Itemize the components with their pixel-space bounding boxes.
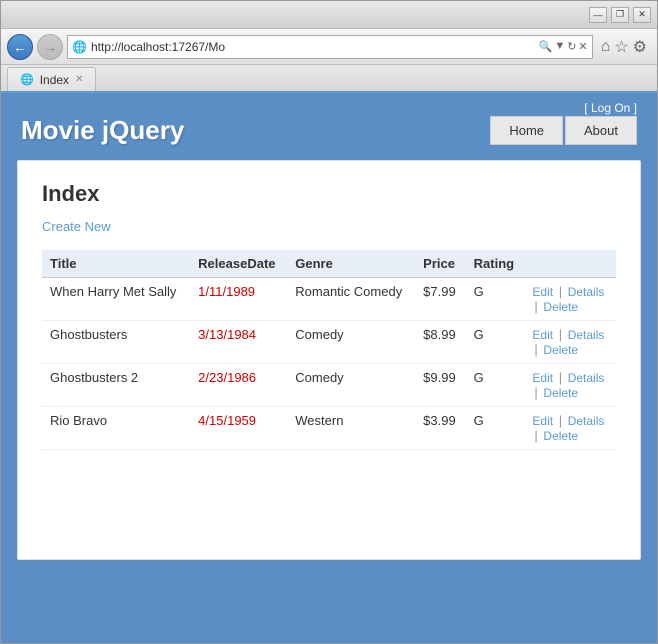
title-bar-buttons: — ❐ ✕: [589, 7, 651, 23]
app-title-row: Movie jQuery Home About: [21, 115, 637, 146]
address-icon: 🌐: [72, 40, 87, 54]
movies-table: Title ReleaseDate Genre Price Rating Whe…: [42, 250, 616, 450]
separator2: |: [534, 385, 541, 400]
app-background: [ Log On ] Movie jQuery Home About Index…: [1, 93, 657, 643]
about-nav-button[interactable]: About: [565, 116, 637, 145]
col-header-rating: Rating: [466, 250, 525, 278]
col-header-title: Title: [42, 250, 190, 278]
edit-link[interactable]: Edit: [532, 371, 553, 385]
favorites-icon[interactable]: ☆: [614, 37, 628, 57]
stop-icon[interactable]: ✕: [578, 40, 587, 53]
page-heading: Index: [42, 181, 616, 207]
cell-genre: Comedy: [287, 364, 415, 407]
table-row: Ghostbusters 22/23/1986Comedy$9.99GEdit …: [42, 364, 616, 407]
nav-buttons: Home About: [490, 116, 637, 145]
back-button[interactable]: ←: [7, 34, 33, 60]
cell-title: Ghostbusters 2: [42, 364, 190, 407]
cell-rating: G: [466, 364, 525, 407]
cell-rating: G: [466, 407, 525, 450]
app-title: Movie jQuery: [21, 115, 184, 146]
log-on-link[interactable]: [ Log On ]: [584, 101, 637, 115]
forward-button[interactable]: →: [37, 34, 63, 60]
refresh-icon[interactable]: ↻: [567, 40, 576, 53]
details-link[interactable]: Details: [568, 328, 605, 342]
settings-icon[interactable]: ⚙: [633, 37, 647, 57]
edit-link[interactable]: Edit: [532, 414, 553, 428]
dropdown-icon: ▼: [554, 40, 565, 53]
col-header-price: Price: [415, 250, 466, 278]
table-row: Rio Bravo4/15/1959Western$3.99GEdit | De…: [42, 407, 616, 450]
cell-rating: G: [466, 321, 525, 364]
tab-favicon: 🌐: [20, 73, 34, 86]
delete-link[interactable]: Delete: [543, 429, 578, 443]
active-tab[interactable]: 🌐 Index ✕: [7, 67, 96, 91]
cell-title: Ghostbusters: [42, 321, 190, 364]
log-on-row: [ Log On ]: [21, 101, 637, 115]
separator: |: [555, 284, 566, 299]
tab-title: Index: [40, 73, 69, 87]
separator2: |: [534, 299, 541, 314]
cell-actions: Edit | Details | Delete: [524, 364, 616, 407]
delete-link[interactable]: Delete: [543, 386, 578, 400]
cell-genre: Romantic Comedy: [287, 278, 415, 321]
cell-releasedate: 1/11/1989: [190, 278, 287, 321]
table-header-row: Title ReleaseDate Genre Price Rating: [42, 250, 616, 278]
cell-genre: Western: [287, 407, 415, 450]
tab-bar: 🌐 Index ✕: [1, 65, 657, 93]
cell-price: $9.99: [415, 364, 466, 407]
cell-price: $8.99: [415, 321, 466, 364]
cell-releasedate: 2/23/1986: [190, 364, 287, 407]
nav-bar: ← → 🌐 http://localhost:17267/Mo 🔍 ▼ ↻ ✕ …: [1, 29, 657, 65]
table-row: When Harry Met Sally1/11/1989Romantic Co…: [42, 278, 616, 321]
separator2: |: [534, 428, 541, 443]
create-new-link[interactable]: Create New: [42, 219, 111, 234]
home-icon[interactable]: ⌂: [601, 38, 611, 56]
tab-close-button[interactable]: ✕: [75, 74, 83, 85]
separator: |: [555, 370, 566, 385]
cell-actions: Edit | Details | Delete: [524, 407, 616, 450]
restore-button[interactable]: ❐: [611, 7, 629, 23]
cell-actions: Edit | Details | Delete: [524, 278, 616, 321]
search-icon: 🔍: [539, 40, 553, 53]
toolbar-right: ⌂ ☆ ⚙: [597, 37, 651, 57]
cell-price: $7.99: [415, 278, 466, 321]
edit-link[interactable]: Edit: [532, 328, 553, 342]
address-bar[interactable]: 🌐 http://localhost:17267/Mo 🔍 ▼ ↻ ✕: [67, 35, 593, 59]
cell-title: Rio Bravo: [42, 407, 190, 450]
col-header-releasedate: ReleaseDate: [190, 250, 287, 278]
address-actions: 🔍 ▼ ↻ ✕: [539, 40, 588, 53]
main-content: Index Create New Title ReleaseDate Genre…: [17, 160, 641, 560]
col-header-actions: [524, 250, 616, 278]
cell-title: When Harry Met Sally: [42, 278, 190, 321]
details-link[interactable]: Details: [568, 371, 605, 385]
cell-releasedate: 3/13/1984: [190, 321, 287, 364]
cell-genre: Comedy: [287, 321, 415, 364]
separator: |: [555, 327, 566, 342]
close-button[interactable]: ✕: [633, 7, 651, 23]
cell-rating: G: [466, 278, 525, 321]
details-link[interactable]: Details: [568, 285, 605, 299]
cell-actions: Edit | Details | Delete: [524, 321, 616, 364]
delete-link[interactable]: Delete: [543, 343, 578, 357]
table-row: Ghostbusters3/13/1984Comedy$8.99GEdit | …: [42, 321, 616, 364]
app-header: [ Log On ] Movie jQuery Home About: [1, 93, 657, 150]
details-link[interactable]: Details: [568, 414, 605, 428]
separator2: |: [534, 342, 541, 357]
home-nav-button[interactable]: Home: [490, 116, 563, 145]
title-bar: — ❐ ✕: [1, 1, 657, 29]
address-text: http://localhost:17267/Mo: [91, 40, 535, 54]
minimize-button[interactable]: —: [589, 7, 607, 23]
delete-link[interactable]: Delete: [543, 300, 578, 314]
cell-releasedate: 4/15/1959: [190, 407, 287, 450]
separator: |: [555, 413, 566, 428]
col-header-genre: Genre: [287, 250, 415, 278]
browser-window: — ❐ ✕ ← → 🌐 http://localhost:17267/Mo 🔍 …: [0, 0, 658, 644]
cell-price: $3.99: [415, 407, 466, 450]
edit-link[interactable]: Edit: [532, 285, 553, 299]
